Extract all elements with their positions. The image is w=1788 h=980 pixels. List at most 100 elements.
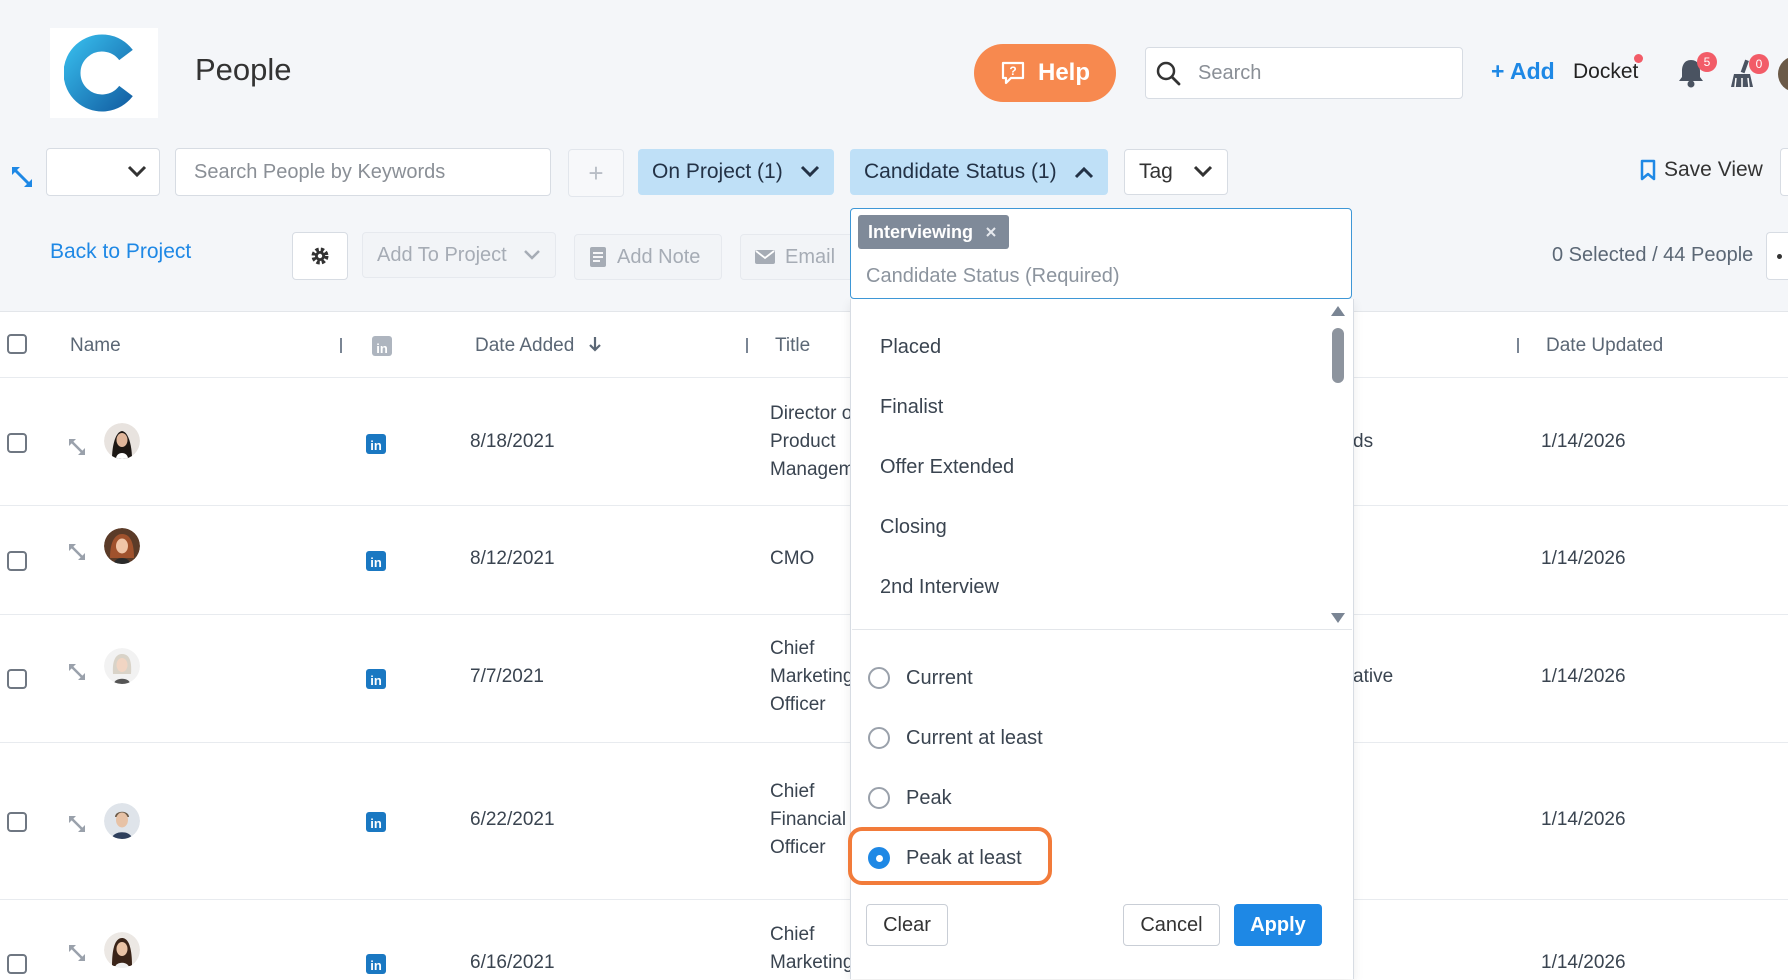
view-select[interactable] [46, 148, 160, 196]
avatar[interactable] [104, 803, 140, 839]
remove-tag-icon[interactable] [985, 226, 997, 238]
linkedin-icon[interactable]: in [366, 812, 386, 832]
chevron-down-icon [524, 250, 540, 260]
linkedin-header-icon: in [372, 336, 392, 356]
date-updated-cell: 1/14/2026 [1541, 952, 1626, 973]
mode-radio-peak[interactable] [868, 787, 890, 809]
date-added-cell: 8/12/2021 [470, 548, 555, 569]
status-option-finalist[interactable]: Finalist [880, 396, 943, 419]
scroll-down-arrow-icon[interactable] [1330, 612, 1346, 624]
status-option-2nd-interview[interactable]: 2nd Interview [880, 576, 999, 599]
save-view-button[interactable]: Save View [1640, 158, 1763, 182]
mode-radio-current[interactable] [868, 667, 890, 689]
name-column-header[interactable]: Name [70, 335, 121, 357]
mode-label-current[interactable]: Current [906, 667, 973, 690]
date-updated-cell: 1/14/2026 [1541, 548, 1626, 569]
more-dots-icon [1777, 254, 1782, 259]
email-button[interactable]: Email [740, 234, 860, 280]
partial-cell: ative [1353, 666, 1394, 687]
date-added-cell: 6/22/2021 [470, 809, 555, 830]
column-resizer[interactable] [1517, 338, 1519, 353]
expand-row-icon[interactable] [68, 543, 86, 561]
row-checkbox[interactable] [7, 433, 27, 453]
row-checkbox[interactable] [7, 551, 27, 571]
gear-icon [311, 247, 329, 265]
date-added-cell: 8/18/2021 [470, 431, 555, 452]
cancel-button[interactable]: Cancel [1123, 904, 1220, 946]
date-added-cell: 7/7/2021 [470, 666, 544, 687]
date-added-column-header[interactable]: Date Added [475, 335, 602, 357]
tag-filter[interactable]: Tag [1124, 149, 1228, 195]
candidate-status-filter[interactable]: Candidate Status (1) [850, 149, 1108, 195]
overflow-button[interactable] [1780, 148, 1788, 196]
global-search-input[interactable] [1196, 60, 1450, 86]
add-to-project-button[interactable]: Add To Project [362, 232, 556, 278]
linkedin-icon[interactable]: in [366, 551, 386, 571]
back-to-project-link[interactable]: Back to Project [50, 240, 191, 264]
avatar[interactable] [104, 528, 140, 564]
status-option-placed[interactable]: Placed [880, 336, 941, 359]
sort-descending-icon [588, 337, 601, 352]
title-line: Chief [770, 638, 815, 659]
mode-label-peak[interactable]: Peak [906, 787, 952, 810]
status-option-closing[interactable]: Closing [880, 516, 947, 539]
docket-link[interactable]: Docket [1573, 60, 1638, 84]
linkedin-icon[interactable]: in [366, 434, 386, 454]
expand-row-icon[interactable] [68, 944, 86, 962]
add-to-project-label: Add To Project [377, 243, 507, 266]
row-checkbox[interactable] [7, 669, 27, 689]
mode-label-current-at-least[interactable]: Current at least [906, 727, 1043, 750]
title-line: Officer [770, 837, 826, 858]
date-updated-column-header[interactable]: Date Updated [1546, 335, 1663, 357]
mode-radio-current-at-least[interactable] [868, 727, 890, 749]
date-added-header-label: Date Added [475, 335, 575, 356]
on-project-filter[interactable]: On Project (1) [638, 149, 834, 195]
note-icon [590, 247, 606, 267]
apply-button[interactable]: Apply [1234, 904, 1322, 946]
collapse-panel-button[interactable] [10, 165, 34, 194]
linkedin-icon[interactable]: in [366, 954, 386, 974]
title-line: Marketing [770, 952, 852, 973]
add-button[interactable]: + Add [1491, 58, 1555, 85]
tasks-badge: 0 [1749, 54, 1769, 74]
expand-row-icon[interactable] [68, 438, 86, 456]
status-option-offer-extended[interactable]: Offer Extended [880, 456, 1014, 479]
global-search[interactable] [1145, 47, 1463, 99]
title-line: Chief [770, 781, 815, 802]
avatar[interactable] [104, 423, 140, 459]
title-line: Chief [770, 924, 815, 945]
expand-row-icon[interactable] [68, 663, 86, 681]
select-all-checkbox[interactable] [7, 334, 27, 354]
candidate-status-filter-label: Candidate Status (1) [864, 160, 1057, 183]
title-line: Marketing [770, 666, 852, 687]
add-filter-button[interactable]: + [568, 149, 624, 197]
linkedin-icon[interactable]: in [366, 669, 386, 689]
user-avatar[interactable] [1778, 56, 1788, 92]
title-line: Director o [770, 403, 852, 424]
title-cell: CMO [770, 548, 815, 569]
annotation-highlight [848, 827, 1052, 885]
title-line: Financial [770, 809, 847, 830]
more-actions-button[interactable] [1766, 232, 1788, 280]
company-logo[interactable] [50, 28, 158, 118]
row-checkbox[interactable] [7, 812, 27, 832]
clear-button[interactable]: Clear [866, 904, 948, 946]
avatar[interactable] [104, 932, 140, 968]
keyword-search-field[interactable] [175, 148, 551, 196]
help-button[interactable]: ? Help [974, 44, 1116, 102]
expand-row-icon[interactable] [68, 815, 86, 833]
keyword-search-input[interactable] [192, 159, 536, 185]
scroll-up-arrow-icon[interactable] [1330, 305, 1346, 317]
add-note-button[interactable]: Add Note [574, 234, 722, 280]
column-resizer[interactable] [746, 338, 748, 353]
avatar[interactable] [104, 648, 140, 684]
title-column-header[interactable]: Title [775, 335, 810, 357]
title-line: Managem [770, 459, 852, 480]
settings-button[interactable] [292, 232, 348, 280]
page-title: People [195, 52, 292, 87]
expand-arrows-icon [12, 167, 32, 187]
options-scrollbar-thumb[interactable] [1332, 328, 1344, 383]
column-resizer[interactable] [340, 338, 342, 353]
options-divider [852, 629, 1352, 630]
row-checkbox[interactable] [7, 954, 27, 974]
